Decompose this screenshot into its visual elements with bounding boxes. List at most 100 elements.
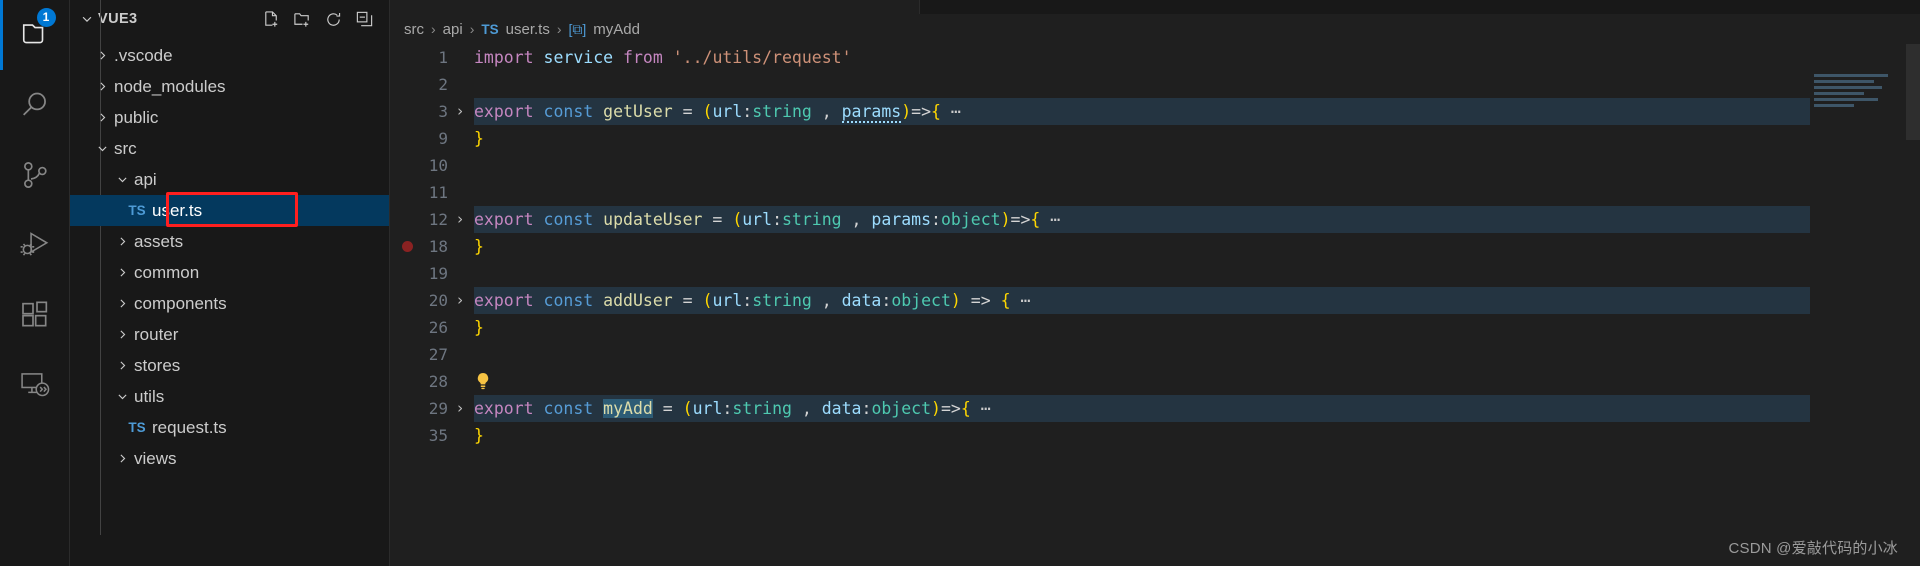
code-line[interactable]: 29 › export const myAdd = (url:string , da… bbox=[390, 395, 1920, 422]
code-line-text: export const getUser = (url:string , par… bbox=[474, 98, 961, 125]
code-line[interactable]: 19 bbox=[390, 260, 1920, 287]
code-token: } bbox=[474, 129, 484, 148]
code-token: : bbox=[742, 291, 753, 310]
fold-chevron-icon[interactable]: › bbox=[452, 395, 468, 422]
editor-tab-active[interactable] bbox=[390, 0, 920, 14]
code-line[interactable]: 11 bbox=[390, 179, 1920, 206]
chevron-right-icon[interactable] bbox=[110, 297, 134, 310]
breadcrumb-item-src[interactable]: src bbox=[404, 21, 424, 38]
tree-item-label: user.ts bbox=[152, 200, 203, 220]
activity-item-remote-explorer[interactable] bbox=[0, 350, 70, 420]
tree-item-components[interactable]: components bbox=[70, 288, 389, 319]
code-line[interactable]: 2 bbox=[390, 71, 1920, 98]
code-token: ( bbox=[702, 291, 713, 310]
code-line[interactable]: 18} bbox=[390, 233, 1920, 260]
code-token: : bbox=[861, 399, 872, 418]
code-line[interactable]: 10 bbox=[390, 152, 1920, 179]
chevron-right-icon[interactable] bbox=[110, 266, 134, 279]
code-line[interactable]: 3 › export const getUser = (url:string , p… bbox=[390, 98, 1920, 125]
scrollbar-thumb[interactable] bbox=[1906, 44, 1920, 140]
fold-chevron-icon[interactable]: › bbox=[452, 98, 468, 125]
code-line[interactable]: 26} bbox=[390, 314, 1920, 341]
code-token: data bbox=[841, 291, 882, 310]
code-line[interactable]: 1 import service from '../utils/request' bbox=[390, 44, 1920, 71]
refresh-icon[interactable] bbox=[322, 8, 344, 30]
activity-item-extensions[interactable] bbox=[0, 280, 70, 350]
tree-item-request-ts[interactable]: TS request.ts bbox=[70, 412, 389, 443]
fold-chevron-icon[interactable]: › bbox=[452, 206, 468, 233]
tree-item-assets[interactable]: assets bbox=[70, 226, 389, 257]
tree-item-common[interactable]: common bbox=[70, 257, 389, 288]
code-token: , bbox=[841, 210, 872, 229]
chevron-down-icon[interactable] bbox=[90, 142, 114, 155]
activity-item-explorer[interactable]: 1 bbox=[0, 0, 70, 70]
code-token: ) bbox=[901, 102, 912, 121]
breadcrumb-item-file[interactable]: user.ts bbox=[506, 21, 550, 38]
tree-item-utils[interactable]: utils bbox=[70, 381, 389, 412]
file-tree[interactable]: .vscode node_modules public src api TS user.ts… bbox=[70, 0, 389, 566]
code-token: = bbox=[672, 291, 703, 310]
chevron-right-icon[interactable] bbox=[110, 452, 134, 465]
chevron-right-icon[interactable] bbox=[110, 235, 134, 248]
code-token: ( bbox=[682, 399, 693, 418]
code-token: = bbox=[672, 102, 703, 121]
chevron-right-icon[interactable] bbox=[90, 111, 114, 124]
editor-vertical-scrollbar[interactable] bbox=[1906, 44, 1920, 566]
chevron-right-icon[interactable] bbox=[110, 328, 134, 341]
code-token: : bbox=[931, 210, 941, 229]
tree-item-views[interactable]: views bbox=[70, 443, 389, 474]
tree-item-stores[interactable]: stores bbox=[70, 350, 389, 381]
code-line[interactable]: 20 › export const addUser = (url:string , … bbox=[390, 287, 1920, 314]
tab-bar bbox=[390, 0, 1920, 14]
search-icon bbox=[18, 88, 52, 122]
tree-item-src[interactable]: src bbox=[70, 133, 389, 164]
tree-item-public[interactable]: public bbox=[70, 102, 389, 133]
tab-bar-filler bbox=[920, 0, 1920, 14]
code-line[interactable]: 9} bbox=[390, 125, 1920, 152]
chevron-right-icon[interactable] bbox=[110, 359, 134, 372]
new-folder-icon[interactable] bbox=[291, 8, 313, 30]
chevron-right-icon[interactable] bbox=[90, 80, 114, 93]
minimap[interactable] bbox=[1810, 44, 1906, 566]
tree-item--vscode[interactable]: .vscode bbox=[70, 40, 389, 71]
breadcrumb[interactable]: src › api › TS user.ts › [⧉] myAdd bbox=[390, 14, 1920, 44]
line-number: 28 bbox=[428, 372, 448, 391]
collapse-all-icon[interactable] bbox=[353, 8, 375, 30]
code-token: => bbox=[1010, 210, 1031, 229]
lightbulb-quickfix-icon[interactable] bbox=[474, 372, 492, 391]
code-token: => bbox=[911, 102, 932, 121]
chevron-down-icon[interactable] bbox=[110, 173, 134, 186]
breadcrumb-item-symbol[interactable]: myAdd bbox=[593, 21, 640, 38]
code-token: addUser bbox=[603, 291, 673, 310]
code-token: params bbox=[871, 210, 932, 229]
activity-item-search[interactable] bbox=[0, 70, 70, 140]
tree-item-router[interactable]: router bbox=[70, 319, 389, 350]
new-file-icon[interactable] bbox=[260, 8, 282, 30]
chevron-down-icon[interactable] bbox=[76, 12, 98, 26]
line-number: 10 bbox=[428, 156, 448, 175]
workspace-title: VUE3 bbox=[98, 11, 138, 27]
breadcrumb-item-api[interactable]: api bbox=[443, 21, 463, 38]
code-token: url bbox=[712, 291, 743, 310]
code-token: { bbox=[1030, 210, 1041, 229]
breadcrumb-separator-icon: › bbox=[469, 21, 475, 37]
editor-group: src › api › TS user.ts › [⧉] myAdd 1 impo… bbox=[390, 0, 1920, 566]
code-line[interactable]: 12 › export const updateUser = (url:string… bbox=[390, 206, 1920, 233]
activity-item-source-control[interactable] bbox=[0, 140, 70, 210]
tree-item-label: components bbox=[134, 293, 227, 313]
code-line[interactable]: 35} bbox=[390, 422, 1920, 449]
tree-item-node_modules[interactable]: node_modules bbox=[70, 71, 389, 102]
chevron-right-icon[interactable] bbox=[90, 49, 114, 62]
chevron-down-icon[interactable] bbox=[110, 390, 134, 403]
code-editor[interactable]: 1 import service from '../utils/request' 2… bbox=[390, 44, 1920, 566]
code-line[interactable]: 28 bbox=[390, 368, 1920, 395]
code-line-text: import service from '../utils/request' bbox=[474, 44, 852, 71]
fold-chevron-icon[interactable]: › bbox=[452, 287, 468, 314]
tree-item-api[interactable]: api bbox=[70, 164, 389, 195]
tree-item-label: stores bbox=[134, 355, 181, 375]
activity-item-run-and-debug[interactable] bbox=[0, 210, 70, 280]
code-token: const bbox=[543, 291, 604, 310]
tree-item-user-ts[interactable]: TS user.ts bbox=[70, 195, 389, 226]
code-line[interactable]: 27 bbox=[390, 341, 1920, 368]
code-token: ⋯ bbox=[970, 399, 991, 418]
